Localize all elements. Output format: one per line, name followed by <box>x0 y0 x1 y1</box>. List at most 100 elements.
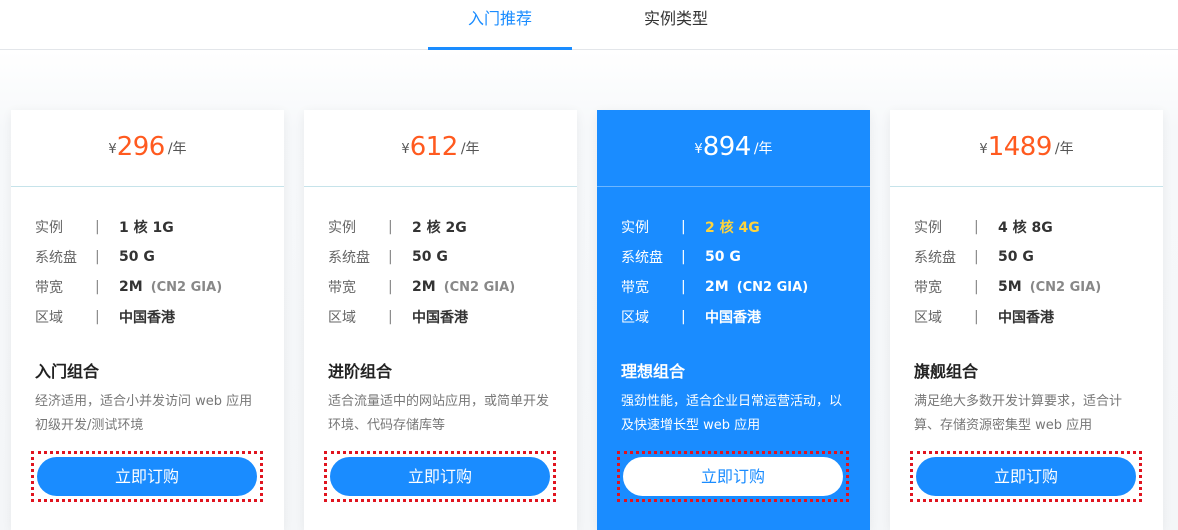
price-value: 296 <box>116 132 166 162</box>
spec-value: 1 核 1G <box>119 220 174 236</box>
spec-value: 50 G <box>412 249 448 265</box>
spec-separator: | <box>974 249 979 265</box>
spec-list: 实例 | 4 核 8G 系统盘 | 50 G 带宽 | 5M (CN2 GIA)… <box>890 187 1163 332</box>
order-button[interactable]: 立即订购 <box>623 457 843 496</box>
spec-row-region: 区域 | 中国香港 <box>35 302 284 332</box>
button-highlight-frame: 立即订购 <box>324 451 556 502</box>
spec-row-disk: 系统盘 | 50 G <box>621 242 870 272</box>
price-header: ¥296/年 <box>11 110 284 187</box>
spec-label: 带宽 <box>621 280 649 296</box>
currency-symbol: ¥ <box>979 142 988 157</box>
plan-description: 强劲性能，适合企业日常运营活动，以及快速增长型 web 应用 <box>621 394 843 433</box>
spec-label: 区域 <box>914 310 942 326</box>
plan-title: 进阶组合 <box>328 362 393 381</box>
button-highlight-frame: 立即订购 <box>31 451 263 502</box>
spec-label: 带宽 <box>328 280 356 296</box>
price-period: /年 <box>1054 141 1074 157</box>
price-header: ¥612/年 <box>304 110 577 187</box>
bandwidth-note: (CN2 GIA) <box>1029 279 1102 295</box>
plan-title: 旗舰组合 <box>914 362 979 381</box>
order-button[interactable]: 立即订购 <box>37 457 257 496</box>
plan-description: 适合流量适中的网站应用，或简单开发环境、代码存储库等 <box>328 394 550 433</box>
currency-symbol: ¥ <box>694 142 703 157</box>
price-value: 894 <box>702 132 752 162</box>
spec-value: 中国香港 <box>998 310 1054 326</box>
plan-card-entry: ¥296/年 实例 | 1 核 1G 系统盘 | 50 G 带宽 | 2M (C… <box>11 110 284 530</box>
spec-value: 50 G <box>705 249 741 265</box>
plan-card-advanced: ¥612/年 实例 | 2 核 2G 系统盘 | 50 G 带宽 | 2M (C… <box>304 110 577 530</box>
spec-separator: | <box>95 309 100 325</box>
price-period: /年 <box>167 141 187 157</box>
spec-separator: | <box>974 219 979 235</box>
spec-value: 2M <box>412 279 436 295</box>
spec-separator: | <box>388 309 393 325</box>
spec-row-bandwidth: 带宽 | 2M (CN2 GIA) <box>328 272 577 302</box>
spec-label: 系统盘 <box>328 250 370 266</box>
price-period: /年 <box>753 141 773 157</box>
plan-title: 理想组合 <box>621 362 686 381</box>
spec-label: 系统盘 <box>35 250 77 266</box>
price-period: /年 <box>460 141 480 157</box>
bandwidth-note: (CN2 GIA) <box>736 279 809 295</box>
plan-description: 经济适用，适合小并发访问 web 应用初级开发/测试环境 <box>35 394 253 433</box>
spec-value: 50 G <box>998 249 1034 265</box>
spec-label: 系统盘 <box>621 250 663 266</box>
spec-separator: | <box>974 309 979 325</box>
order-button[interactable]: 立即订购 <box>916 457 1136 496</box>
spec-value: 中国香港 <box>412 310 468 326</box>
spec-value: 2M <box>705 279 729 295</box>
tab-bar: 入门推荐 实例类型 <box>0 0 1178 50</box>
spec-separator: | <box>95 279 100 295</box>
spec-row-region: 区域 | 中国香港 <box>621 302 870 332</box>
spec-separator: | <box>681 249 686 265</box>
price-value: 1489 <box>987 132 1053 162</box>
bandwidth-note: (CN2 GIA) <box>443 279 516 295</box>
spec-label: 带宽 <box>914 280 942 296</box>
spec-row-bandwidth: 带宽 | 5M (CN2 GIA) <box>914 272 1163 302</box>
spec-separator: | <box>95 249 100 265</box>
spec-value: 中国香港 <box>705 310 761 326</box>
spec-row-region: 区域 | 中国香港 <box>328 302 577 332</box>
spec-label: 实例 <box>621 220 649 236</box>
bandwidth-note: (CN2 GIA) <box>150 279 223 295</box>
spec-value: 5M <box>998 279 1022 295</box>
spec-label: 实例 <box>914 220 942 236</box>
spec-value: 4 核 8G <box>998 220 1053 236</box>
spec-value: 2 核 2G <box>412 220 467 236</box>
spec-separator: | <box>95 219 100 235</box>
spec-separator: | <box>388 279 393 295</box>
spec-label: 区域 <box>328 310 356 326</box>
plan-card-flagship: ¥1489/年 实例 | 4 核 8G 系统盘 | 50 G 带宽 | 5M (… <box>890 110 1163 530</box>
spec-separator: | <box>681 279 686 295</box>
spec-row-instance: 实例 | 2 核 2G <box>328 212 577 242</box>
spec-list: 实例 | 2 核 2G 系统盘 | 50 G 带宽 | 2M (CN2 GIA)… <box>304 187 577 332</box>
spec-value: 2 核 4G <box>705 220 760 236</box>
spec-label: 实例 <box>328 220 356 236</box>
currency-symbol: ¥ <box>401 142 410 157</box>
plan-description: 满足绝大多数开发计算要求，适合计算、存储资源密集型 web 应用 <box>914 394 1123 433</box>
spec-label: 实例 <box>35 220 63 236</box>
spec-row-bandwidth: 带宽 | 2M (CN2 GIA) <box>35 272 284 302</box>
tab-recommended[interactable]: 入门推荐 <box>428 0 572 50</box>
spec-row-instance: 实例 | 4 核 8G <box>914 212 1163 242</box>
spec-row-disk: 系统盘 | 50 G <box>914 242 1163 272</box>
spec-list: 实例 | 2 核 4G 系统盘 | 50 G 带宽 | 2M (CN2 GIA)… <box>597 187 870 332</box>
spec-label: 带宽 <box>35 280 63 296</box>
price-header: ¥894/年 <box>597 110 870 187</box>
spec-separator: | <box>681 309 686 325</box>
price-value: 612 <box>409 132 459 162</box>
spec-row-disk: 系统盘 | 50 G <box>328 242 577 272</box>
spec-separator: | <box>974 279 979 295</box>
price-header: ¥1489/年 <box>890 110 1163 187</box>
spec-row-bandwidth: 带宽 | 2M (CN2 GIA) <box>621 272 870 302</box>
tab-instance-types[interactable]: 实例类型 <box>604 0 748 50</box>
spec-row-instance: 实例 | 1 核 1G <box>35 212 284 242</box>
order-button[interactable]: 立即订购 <box>330 457 550 496</box>
spec-value: 50 G <box>119 249 155 265</box>
plan-title: 入门组合 <box>35 362 100 381</box>
spec-separator: | <box>388 219 393 235</box>
spec-row-instance: 实例 | 2 核 4G <box>621 212 870 242</box>
spec-separator: | <box>388 249 393 265</box>
spec-value: 2M <box>119 279 143 295</box>
currency-symbol: ¥ <box>108 142 117 157</box>
